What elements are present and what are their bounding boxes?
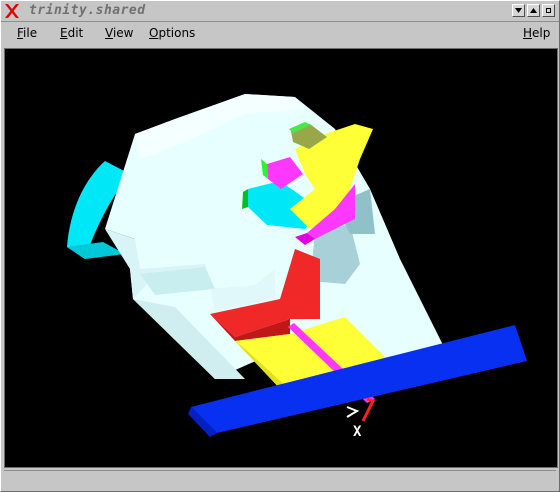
3d-scene[interactable]: X — [5, 49, 557, 467]
menu-help-rest: elp — [532, 26, 551, 40]
x-logo-icon[interactable] — [4, 3, 20, 19]
menu-bar: File Edit View Options Help — [1, 22, 559, 46]
maximize-icon — [530, 8, 537, 13]
close-button[interactable] — [542, 4, 555, 17]
title-bar[interactable]: trinity.shared — [1, 1, 559, 22]
application-window: trinity.shared File Edit View Options He… — [0, 0, 560, 492]
menu-view-rest: iew — [112, 26, 134, 40]
axis-indicator: X — [346, 397, 376, 440]
menu-help[interactable]: Help — [521, 26, 552, 40]
menu-options-rest: ptions — [158, 26, 196, 40]
window-title: trinity.shared — [29, 3, 146, 18]
menu-file-rest: ile — [23, 26, 38, 40]
menu-edit[interactable]: Edit — [58, 26, 85, 40]
minimize-icon — [515, 8, 522, 13]
maximize-button[interactable] — [527, 4, 540, 17]
3d-viewport[interactable]: X — [4, 48, 558, 468]
axis-x-label: X — [353, 424, 362, 440]
menu-file[interactable]: File — [15, 26, 39, 40]
menu-options[interactable]: Options — [147, 26, 197, 40]
menu-edit-rest: dit — [67, 26, 84, 40]
minimize-button[interactable] — [512, 4, 525, 17]
menu-view[interactable]: View — [103, 26, 135, 40]
close-icon — [546, 8, 551, 13]
status-bar — [4, 470, 556, 489]
